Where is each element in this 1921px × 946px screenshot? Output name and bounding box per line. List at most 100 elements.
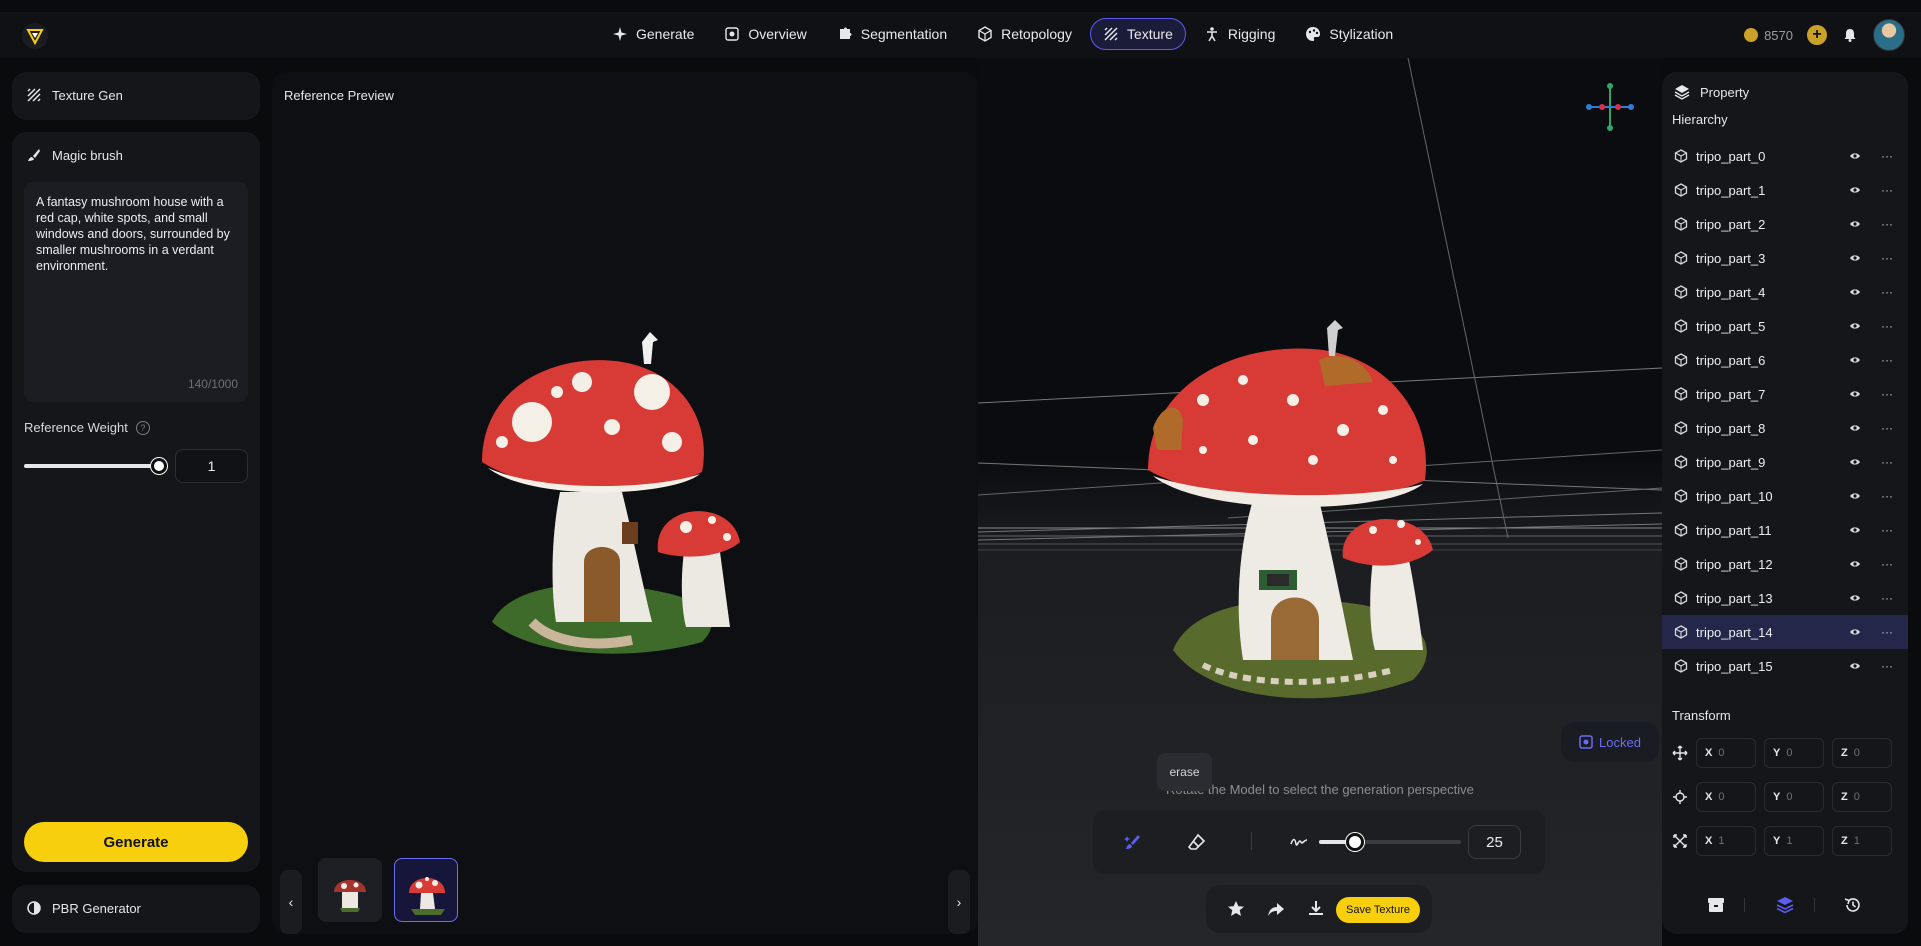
visibility-eye-icon[interactable]: [1848, 387, 1862, 401]
hierarchy-item[interactable]: tripo_part_1 ···: [1662, 173, 1908, 207]
visibility-eye-icon[interactable]: [1848, 625, 1862, 639]
position-x-field[interactable]: X0: [1696, 738, 1756, 768]
visibility-eye-icon[interactable]: [1848, 217, 1862, 231]
app-logo[interactable]: [22, 23, 48, 49]
save-texture-button[interactable]: Save Texture: [1336, 897, 1420, 923]
visibility-eye-icon[interactable]: [1848, 455, 1862, 469]
more-options-icon[interactable]: ···: [1880, 523, 1894, 537]
hierarchy-item[interactable]: tripo_part_13 ···: [1662, 581, 1908, 615]
pbr-generator-panel[interactable]: PBR Generator: [12, 885, 260, 933]
axis-label: X: [1705, 747, 1713, 759]
visibility-eye-icon[interactable]: [1848, 591, 1862, 605]
more-options-icon[interactable]: ···: [1880, 319, 1894, 333]
tab-segmentation[interactable]: Segmentation: [825, 18, 959, 50]
visibility-eye-icon[interactable]: [1848, 421, 1862, 435]
download-icon[interactable]: [1306, 899, 1326, 919]
eraser-icon[interactable]: [1187, 832, 1207, 852]
more-options-icon[interactable]: ···: [1880, 489, 1894, 503]
visibility-eye-icon[interactable]: [1848, 149, 1862, 163]
thumbnail-2[interactable]: [394, 858, 458, 922]
layers-active-icon[interactable]: [1775, 895, 1795, 915]
hierarchy-item[interactable]: tripo_part_7 ···: [1662, 377, 1908, 411]
hierarchy-item[interactable]: tripo_part_5 ···: [1662, 309, 1908, 343]
help-icon[interactable]: ?: [135, 420, 150, 435]
perspective-lock-toggle[interactable]: Locked: [1561, 722, 1659, 762]
brush-size-handle[interactable]: [1346, 833, 1364, 851]
more-options-icon[interactable]: ···: [1880, 217, 1894, 231]
visibility-eye-icon[interactable]: [1848, 183, 1862, 197]
reference-weight-slider[interactable]: [24, 458, 167, 474]
hierarchy-item[interactable]: tripo_part_10 ···: [1662, 479, 1908, 513]
tab-generate[interactable]: Generate: [600, 18, 706, 50]
cube-icon: [1674, 455, 1688, 469]
axis-gizmo-icon[interactable]: [1585, 82, 1635, 132]
texture-gen-panel[interactable]: Texture Gen: [12, 72, 260, 120]
more-options-icon[interactable]: ···: [1880, 149, 1894, 163]
hierarchy-item[interactable]: tripo_part_12 ···: [1662, 547, 1908, 581]
cube-icon: [1674, 489, 1688, 503]
hierarchy-item[interactable]: tripo_part_6 ···: [1662, 343, 1908, 377]
position-z-field[interactable]: Z0: [1832, 738, 1892, 768]
tab-retopology[interactable]: Retopology: [965, 18, 1084, 50]
visibility-eye-icon[interactable]: [1848, 353, 1862, 367]
tab-texture[interactable]: Texture: [1089, 18, 1186, 50]
more-options-icon[interactable]: ···: [1880, 353, 1894, 367]
tab-stylization[interactable]: Stylization: [1293, 18, 1405, 50]
hierarchy-item[interactable]: tripo_part_14 ···: [1662, 615, 1908, 649]
brush-size-slider[interactable]: [1319, 833, 1461, 851]
star-icon[interactable]: [1226, 899, 1246, 919]
prompt-textarea[interactable]: A fantasy mushroom house with a red cap,…: [24, 182, 248, 402]
more-options-icon[interactable]: ···: [1880, 421, 1894, 435]
hierarchy-item[interactable]: tripo_part_3 ···: [1662, 241, 1908, 275]
more-options-icon[interactable]: ···: [1880, 251, 1894, 265]
tab-overview[interactable]: Overview: [712, 18, 818, 50]
notification-bell-icon[interactable]: [1841, 26, 1859, 44]
more-options-icon[interactable]: ···: [1880, 659, 1894, 673]
history-icon[interactable]: [1843, 895, 1863, 915]
slider-handle[interactable]: [151, 458, 167, 474]
share-icon[interactable]: [1266, 899, 1286, 919]
brush-size-input[interactable]: 25: [1468, 825, 1521, 859]
next-image-button[interactable]: ›: [948, 870, 970, 934]
tab-rigging[interactable]: Rigging: [1192, 18, 1287, 50]
rotation-y-field[interactable]: Y0: [1764, 782, 1824, 812]
visibility-eye-icon[interactable]: [1848, 251, 1862, 265]
thumbnail-1[interactable]: [318, 858, 382, 922]
position-y-field[interactable]: Y0: [1764, 738, 1824, 768]
rotate-hint: Rotate the Model to select the generatio…: [1166, 782, 1474, 797]
more-options-icon[interactable]: ···: [1880, 183, 1894, 197]
hierarchy-item[interactable]: tripo_part_8 ···: [1662, 411, 1908, 445]
hierarchy-item[interactable]: tripo_part_4 ···: [1662, 275, 1908, 309]
hierarchy-item[interactable]: tripo_part_11 ···: [1662, 513, 1908, 547]
more-options-icon[interactable]: ···: [1880, 625, 1894, 639]
hierarchy-item[interactable]: tripo_part_9 ···: [1662, 445, 1908, 479]
visibility-eye-icon[interactable]: [1848, 319, 1862, 333]
prev-image-button[interactable]: ‹: [280, 870, 302, 934]
part-name: tripo_part_7: [1696, 386, 1766, 402]
rotation-x-field[interactable]: X0: [1696, 782, 1756, 812]
hierarchy-item[interactable]: tripo_part_15 ···: [1662, 649, 1908, 683]
visibility-eye-icon[interactable]: [1848, 659, 1862, 673]
more-options-icon[interactable]: ···: [1880, 591, 1894, 605]
scale-z-field[interactable]: Z1: [1832, 826, 1892, 856]
scale-x-field[interactable]: X1: [1696, 826, 1756, 856]
archive-icon[interactable]: [1706, 895, 1726, 915]
visibility-eye-icon[interactable]: [1848, 557, 1862, 571]
hierarchy-item[interactable]: tripo_part_0 ···: [1662, 139, 1908, 173]
rotation-z-field[interactable]: Z0: [1832, 782, 1892, 812]
add-credits-button[interactable]: +: [1807, 25, 1827, 45]
visibility-eye-icon[interactable]: [1848, 523, 1862, 537]
more-options-icon[interactable]: ···: [1880, 387, 1894, 401]
generate-button[interactable]: Generate: [24, 822, 248, 862]
scale-y-field[interactable]: Y1: [1764, 826, 1824, 856]
user-avatar[interactable]: [1873, 19, 1905, 51]
visibility-eye-icon[interactable]: [1848, 489, 1862, 503]
hierarchy-item[interactable]: tripo_part_2 ···: [1662, 207, 1908, 241]
more-options-icon[interactable]: ···: [1880, 557, 1894, 571]
more-options-icon[interactable]: ···: [1880, 285, 1894, 299]
more-options-icon[interactable]: ···: [1880, 455, 1894, 469]
visibility-eye-icon[interactable]: [1848, 285, 1862, 299]
tab-label: Texture: [1126, 26, 1173, 42]
magic-brush-tool-icon[interactable]: [1123, 832, 1143, 852]
reference-weight-input[interactable]: 1: [175, 449, 248, 483]
